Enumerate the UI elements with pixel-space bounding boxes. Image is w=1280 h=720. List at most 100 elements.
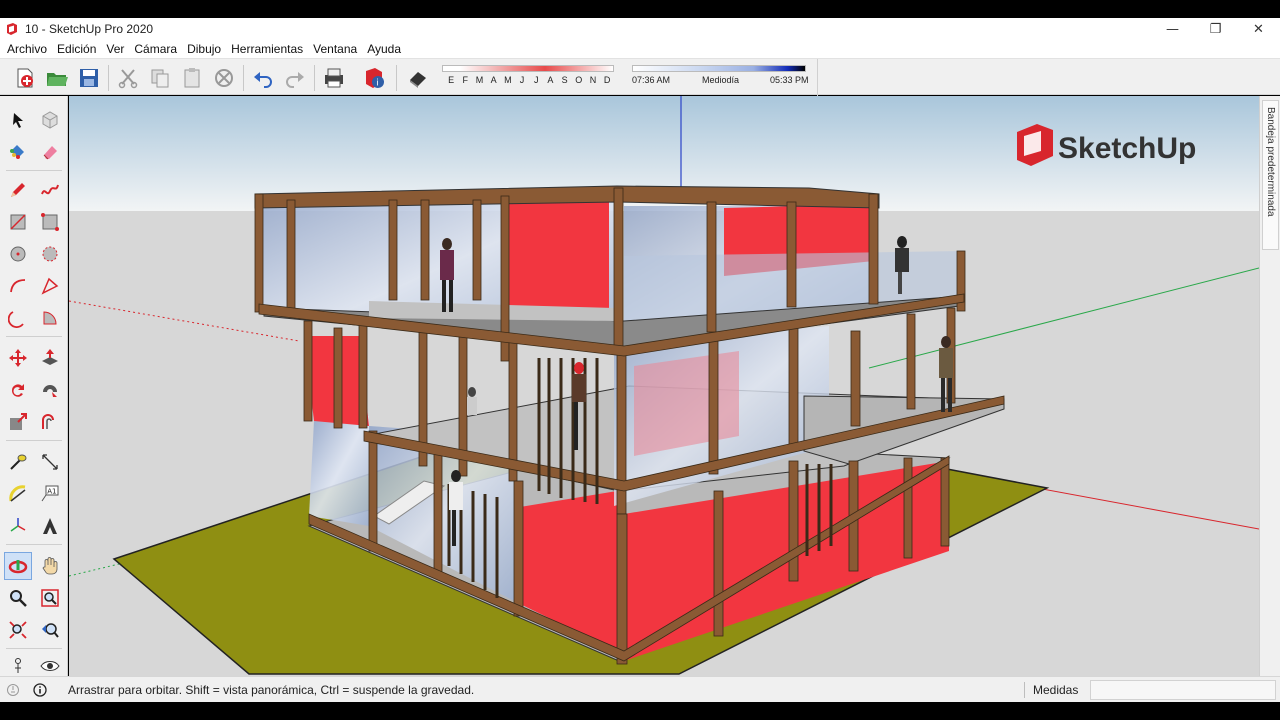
- follow-me-button[interactable]: [36, 376, 64, 404]
- rectangle-tool-button[interactable]: [4, 208, 32, 236]
- print-icon: [325, 68, 343, 88]
- save-button[interactable]: [75, 64, 103, 92]
- tray-tab[interactable]: Bandeja predeterminada: [1262, 100, 1279, 250]
- tool-palette: A1: [0, 96, 68, 676]
- paste-button[interactable]: [178, 64, 206, 92]
- month-label: A: [490, 75, 497, 85]
- minimize-button[interactable]: —: [1151, 18, 1194, 40]
- protractor-button[interactable]: [4, 480, 32, 508]
- rotated-rectangle-button[interactable]: [36, 208, 64, 236]
- hand-pan-icon: [42, 557, 58, 575]
- measurements-input[interactable]: [1090, 680, 1276, 700]
- month-label: A: [547, 75, 554, 85]
- move-tool-button[interactable]: [4, 344, 32, 372]
- screen-top-border: [0, 0, 1280, 18]
- rotate-tool-button[interactable]: [4, 376, 32, 404]
- menu-dibujo[interactable]: Dibujo: [182, 42, 226, 56]
- pie-tool-button[interactable]: [36, 304, 64, 332]
- pan-tool-button[interactable]: [36, 552, 64, 580]
- scene-canvas: SketchUp: [69, 96, 1259, 676]
- line-tool-button[interactable]: [4, 176, 32, 204]
- zoom-window-button[interactable]: [36, 584, 64, 612]
- new-file-button[interactable]: [11, 64, 39, 92]
- zoom-window-icon: [41, 589, 59, 607]
- paint-bucket-icon: [10, 145, 24, 159]
- axes-tool-button[interactable]: [4, 512, 32, 540]
- select-tool-button[interactable]: [4, 106, 32, 134]
- menu-ver[interactable]: Ver: [101, 42, 129, 56]
- previous-view-button[interactable]: [36, 616, 64, 644]
- paint-bucket-button[interactable]: [4, 138, 32, 166]
- erase-icon: [215, 69, 233, 87]
- month-label: E: [448, 75, 455, 85]
- palette-separator: [6, 544, 62, 545]
- menu-archivo[interactable]: Archivo: [2, 42, 52, 56]
- status-bar: Arrastrar para orbitar. Shift = vista pa…: [0, 676, 1280, 702]
- month-label: M: [475, 75, 484, 85]
- pencil-icon: [11, 183, 25, 197]
- follow-me-icon: [43, 385, 57, 397]
- month-slider[interactable]: [442, 65, 614, 72]
- restore-button[interactable]: ❐: [1194, 18, 1237, 40]
- redo-button[interactable]: [281, 64, 309, 92]
- glass-wall-left-lower: [309, 416, 369, 526]
- month-label: J: [533, 75, 539, 85]
- eraser-tool-button[interactable]: [36, 138, 64, 166]
- menu-ventana[interactable]: Ventana: [308, 42, 362, 56]
- measurements-label: Medidas: [1033, 683, 1079, 697]
- print-button[interactable]: [320, 64, 348, 92]
- tape-measure-icon: [10, 454, 27, 470]
- orbit-icon: [8, 560, 28, 574]
- menu-edicion[interactable]: Edición: [52, 42, 101, 56]
- tape-measure-button[interactable]: [4, 448, 32, 476]
- text-tool-button[interactable]: A1: [36, 480, 64, 508]
- orbit-tool-button[interactable]: [4, 552, 32, 580]
- month-label: O: [575, 75, 583, 85]
- geolocation-status[interactable]: [5, 682, 21, 698]
- offset-tool-button[interactable]: [36, 408, 64, 436]
- freehand-tool-button[interactable]: [36, 176, 64, 204]
- shadows-toggle-icon: [410, 72, 426, 88]
- undo-button[interactable]: [249, 64, 277, 92]
- time-end-label: 05:33 PM: [770, 75, 809, 85]
- close-button[interactable]: ✕: [1237, 18, 1280, 40]
- rectangle-icon: [10, 214, 26, 230]
- title-bar: 10 - SketchUp Pro 2020 — ❐ ✕: [0, 18, 1280, 40]
- zoom-tool-button[interactable]: [4, 584, 32, 612]
- open-file-button[interactable]: [43, 64, 71, 92]
- component-tool-button[interactable]: [36, 106, 64, 134]
- protractor-icon: [9, 485, 26, 502]
- toolbar-separator: [314, 65, 315, 91]
- push-pull-button[interactable]: [36, 344, 64, 372]
- three-point-arc-button[interactable]: [4, 304, 32, 332]
- shadows-toggle-button[interactable]: [404, 64, 432, 92]
- toolbar-separator: [243, 65, 244, 91]
- offset-icon: [42, 414, 54, 429]
- axes-icon: [10, 518, 26, 532]
- cut-button[interactable]: [114, 64, 142, 92]
- polygon-tool-button[interactable]: [36, 240, 64, 268]
- menu-camara[interactable]: Cámara: [129, 42, 182, 56]
- save-icon: [80, 69, 98, 87]
- copy-button[interactable]: [146, 64, 174, 92]
- time-slider[interactable]: [632, 65, 806, 72]
- scale-tool-button[interactable]: [4, 408, 32, 436]
- 3d-text-button[interactable]: [36, 512, 64, 540]
- rotate-icon: [11, 384, 24, 397]
- rotated-rectangle-icon: [41, 213, 59, 231]
- zoom-extents-button[interactable]: [4, 616, 32, 644]
- instructor-status[interactable]: [32, 682, 48, 698]
- main-toolbar: i E F M A M J J A S O N D 07:36 AM Medio…: [0, 58, 1280, 96]
- erase-button[interactable]: [210, 64, 238, 92]
- dimension-tool-button[interactable]: [36, 448, 64, 476]
- menu-ayuda[interactable]: Ayuda: [362, 42, 406, 56]
- menu-herramientas[interactable]: Herramientas: [226, 42, 308, 56]
- model-viewport[interactable]: SketchUp: [69, 96, 1259, 676]
- arc-tool-button[interactable]: [4, 272, 32, 300]
- two-point-arc-button[interactable]: [36, 272, 64, 300]
- previous-view-icon: [42, 623, 59, 638]
- circle-tool-button[interactable]: [4, 240, 32, 268]
- paste-icon: [184, 68, 200, 88]
- model-info-button[interactable]: i: [360, 64, 388, 92]
- toolbar-separator: [396, 65, 397, 91]
